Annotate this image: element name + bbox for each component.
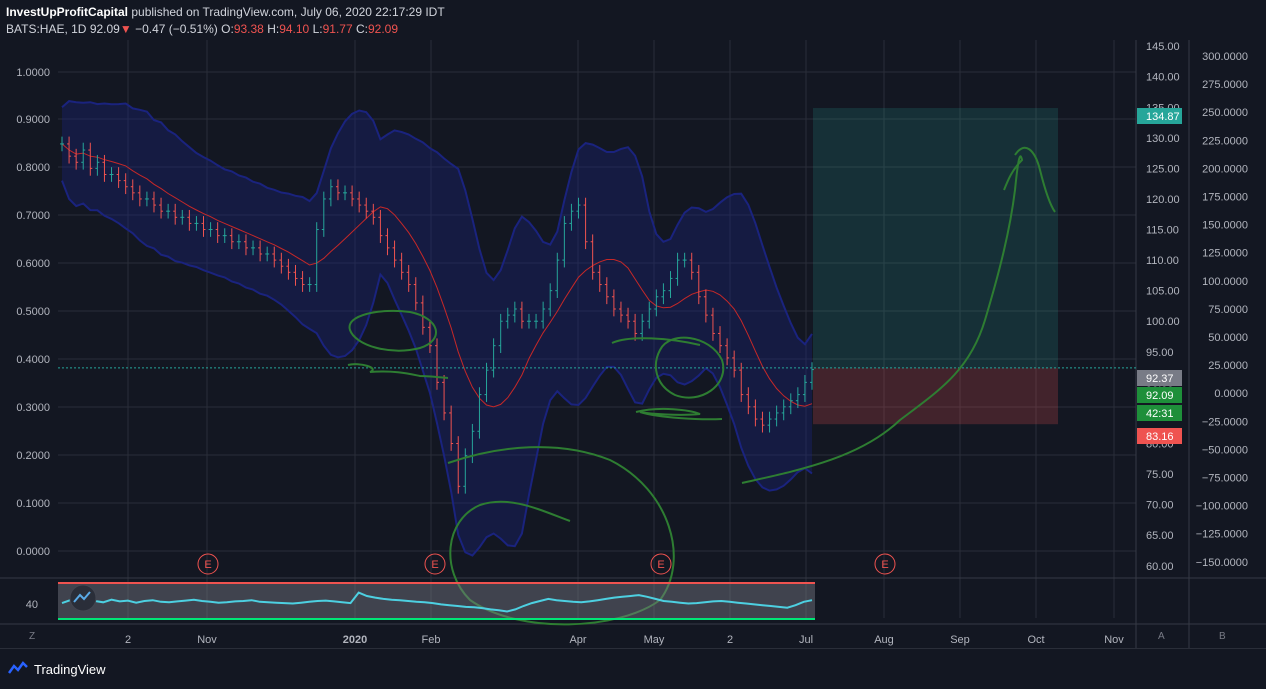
x-tick-label: 2	[727, 634, 733, 646]
footer-bar: TradingView	[0, 648, 1266, 689]
x-tick-label: Aug	[874, 634, 894, 646]
price-label-target: 134.87	[1146, 111, 1180, 123]
left-tick-label: 0.0000	[16, 546, 50, 558]
right-tick-label: 275.0000	[1202, 79, 1248, 91]
open-value: 93.38	[233, 22, 264, 36]
price-tick-label: 130.00	[1146, 133, 1180, 145]
edge-button-left[interactable]: Z	[29, 631, 35, 642]
right-tick-label: 250.0000	[1202, 107, 1248, 119]
price-change: −0.47 (−0.51%)	[135, 22, 218, 36]
right-tick-label: −25.0000	[1202, 416, 1248, 428]
earnings-marker-label: E	[204, 559, 211, 571]
price-tick-label: 140.00	[1146, 72, 1180, 84]
edge-button-b[interactable]: B	[1219, 631, 1226, 642]
left-tick-label: 0.1000	[16, 498, 50, 510]
target-zone	[813, 108, 1058, 368]
price-tick-label: 110.00	[1146, 255, 1179, 267]
tradingview-logo-icon[interactable]	[8, 661, 28, 675]
price-label-countdown: 42:31	[1146, 408, 1174, 420]
x-tick-label: Nov	[197, 634, 217, 646]
open-label: O:	[221, 22, 234, 36]
right-tick-label: −150.0000	[1196, 557, 1248, 569]
x-tick-label: Jul	[799, 634, 813, 646]
left-tick-label: 0.9000	[16, 114, 50, 126]
right-tick-label: −100.0000	[1196, 501, 1248, 513]
x-tick-label: Feb	[422, 634, 441, 646]
close-label: C:	[355, 22, 368, 36]
low-value: 91.77	[322, 22, 353, 36]
earnings-marker-label: E	[881, 559, 888, 571]
price-tick-label: 100.00	[1146, 316, 1180, 328]
price-tick-label: 95.00	[1146, 347, 1174, 359]
right-tick-label: 50.0000	[1208, 332, 1248, 344]
left-tick-label: 0.2000	[16, 450, 50, 462]
price-tick-label: 60.00	[1146, 561, 1174, 573]
price-tick-label: 65.00	[1146, 530, 1174, 542]
left-tick-label: 0.5000	[16, 306, 50, 318]
x-tick-label: Nov	[1104, 634, 1124, 646]
right-tick-label: 175.0000	[1202, 192, 1248, 204]
price-chart[interactable]: E E E E 2 Nov 2020 Feb Apr May 2 Jul Aug Sep Oct Nov 1…	[0, 40, 1266, 648]
x-tick-label: Sep	[950, 634, 970, 646]
stop-zone	[813, 367, 1058, 425]
right-tick-label: 225.0000	[1202, 135, 1248, 147]
earnings-marker-label: E	[657, 559, 664, 571]
right-tick-label: −75.0000	[1202, 473, 1248, 485]
price-tick-label: 120.00	[1146, 194, 1180, 206]
rsi-tick-label: 40	[26, 599, 38, 611]
right-tick-label: 100.0000	[1202, 276, 1248, 288]
price-tick-label: 145.00	[1146, 41, 1180, 53]
publish-line: InvestUpProfitCapital published on Tradi…	[6, 5, 445, 19]
price-tick-label: 75.00	[1146, 469, 1174, 481]
price-label-stop: 83.16	[1146, 431, 1174, 443]
brand-name[interactable]: TradingView	[34, 662, 106, 677]
last-price: 92.09	[89, 22, 120, 36]
left-tick-label: 0.6000	[16, 258, 50, 270]
left-tick-label: 0.7000	[16, 210, 50, 222]
right-tick-label: 125.0000	[1202, 248, 1248, 260]
right-tick-label: −125.0000	[1196, 529, 1248, 541]
earnings-marker-label: E	[431, 559, 438, 571]
x-tick-label: May	[644, 634, 665, 646]
left-tick-label: 0.8000	[16, 162, 50, 174]
ohlc-line: BATS:HAE, 1D 92.09▼ −0.47 (−0.51%) O:93.…	[6, 22, 398, 36]
left-tick-label: 0.4000	[16, 354, 50, 366]
right-tick-label: −50.0000	[1202, 444, 1248, 456]
price-tick-label: 125.00	[1146, 163, 1180, 175]
price-tick-label: 105.00	[1146, 286, 1180, 298]
left-tick-label: 1.0000	[16, 67, 50, 79]
x-tick-label: 2020	[343, 634, 367, 646]
right-tick-label: 300.0000	[1202, 51, 1248, 63]
x-tick-label: 2	[125, 634, 131, 646]
price-label-entry: 92.37	[1146, 373, 1174, 385]
right-tick-label: 200.0000	[1202, 163, 1248, 175]
edge-button-a[interactable]: A	[1158, 631, 1165, 642]
x-tick-label: Oct	[1027, 634, 1044, 646]
x-tick-label: Apr	[569, 634, 586, 646]
high-label: H:	[267, 22, 280, 36]
price-tick-label: 70.00	[1146, 500, 1174, 512]
rsi-pane: 40	[26, 582, 815, 620]
left-tick-label: 0.3000	[16, 402, 50, 414]
price-label-last: 92.09	[1146, 390, 1174, 402]
right-tick-label: 25.0000	[1208, 360, 1248, 372]
down-arrow-icon: ▼	[119, 22, 132, 36]
right-tick-label: 0.0000	[1214, 388, 1248, 400]
author-name[interactable]: InvestUpProfitCapital	[6, 5, 128, 19]
rsi-band	[58, 583, 815, 619]
price-tick-label: 115.00	[1146, 225, 1179, 237]
symbol-label[interactable]: BATS:HAE, 1D	[6, 22, 86, 36]
right-tick-label: 75.0000	[1208, 304, 1248, 316]
close-value: 92.09	[367, 22, 398, 36]
high-value: 94.10	[279, 22, 310, 36]
low-label: L:	[312, 22, 323, 36]
right-tick-label: 150.0000	[1202, 220, 1248, 232]
chart-header: InvestUpProfitCapital published on Tradi…	[0, 0, 1266, 40]
publish-info: published on TradingView.com, July 06, 2…	[131, 5, 445, 19]
